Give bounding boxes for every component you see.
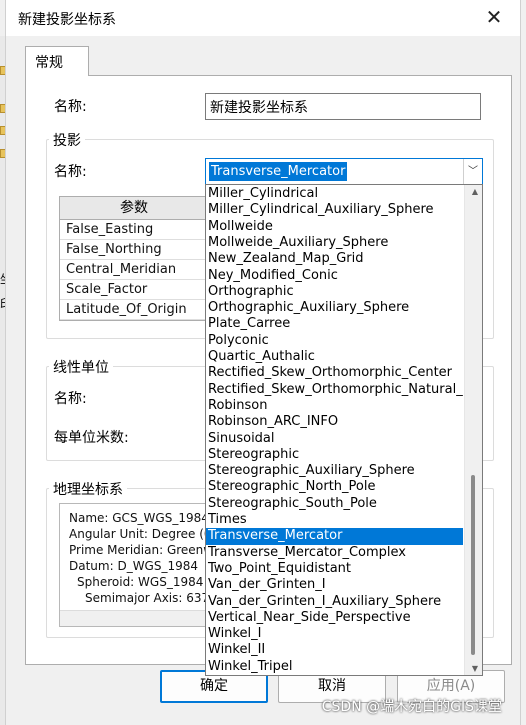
dropdown-option[interactable]: Two_Point_Equidistant [206, 561, 463, 577]
dropdown-option[interactable]: Vertical_Near_Side_Perspective [206, 610, 463, 626]
table-row[interactable]: False_Easting [60, 220, 208, 240]
dropdown-option[interactable]: Orthographic_Auxiliary_Sphere [206, 300, 463, 316]
dropdown-option[interactable]: Winkel_Tripel [206, 659, 463, 675]
dropdown-option[interactable]: Stereographic_Auxiliary_Sphere [206, 463, 463, 479]
name-input[interactable]: 新建投影坐标系 [205, 93, 481, 120]
table-row[interactable]: Scale_Factor [60, 280, 208, 300]
horizontal-scrollbar[interactable] [60, 610, 208, 626]
dropdown-option[interactable]: Plate_Carree [206, 316, 463, 332]
dropdown-option[interactable]: Robinson [206, 398, 463, 414]
gcs-detail-line: Datum: D_WGS_1984 [69, 559, 199, 573]
dropdown-option[interactable]: Stereographic_South_Pole [206, 496, 463, 512]
dropdown-option[interactable]: Transverse_Mercator [206, 528, 463, 545]
title-bar: 新建投影坐标系 ✕ [6, 0, 520, 36]
table-row[interactable]: Central_Meridian [60, 260, 208, 280]
dropdown-option[interactable]: Rectified_Skew_Orthomorphic_Center [206, 365, 463, 381]
dropdown-option[interactable]: Mollweide [206, 219, 463, 235]
dropdown-option[interactable]: Winkel_I [206, 626, 463, 642]
linear-unit-group-title: 线性单位 [49, 357, 113, 377]
scroll-down-arrow-icon[interactable]: ▼ [472, 664, 478, 673]
parameter-table: 参数 False_Easting False_Northing Central_… [59, 196, 209, 321]
dropdown-option[interactable]: Transverse_Mercator_Complex [206, 545, 463, 561]
dropdown-option[interactable]: Orthographic [206, 284, 463, 300]
projection-name-label: 名称: [54, 164, 87, 180]
name-label: 名称: [54, 99, 87, 115]
dropdown-option[interactable]: Rectified_Skew_Orthomorphic_Natural_Or [206, 382, 463, 398]
projected-coordinate-system-dialog: 新建投影坐标系 ✕ 常规 名称: 新建投影坐标系 投影 名称: Transver… [5, 0, 521, 725]
gcs-detail-line: Prime Meridian: Greenwich (0.0) [69, 543, 208, 557]
dropdown-option[interactable]: New_Zealand_Map_Grid [206, 251, 463, 267]
dropdown-option[interactable]: Ney_Modified_Conic [206, 268, 463, 284]
gcs-group-title: 地理坐标系 [49, 479, 127, 499]
projection-dropdown-list[interactable]: ▲ ▼ Miller_Cylindrical Miller_Cylindrical… [205, 184, 483, 676]
dropdown-option[interactable]: Mollweide_Auxiliary_Sphere [206, 235, 463, 251]
linear-unit-name-label: 名称: [54, 391, 87, 407]
dropdown-option[interactable]: Robinson_ARC_INFO [206, 414, 463, 430]
gcs-detail-line: Angular Unit: Degree (0.0174532925199432… [69, 527, 208, 541]
scrollbar-thumb[interactable] [471, 475, 475, 655]
dropdown-scrollbar[interactable]: ▲ ▼ [464, 185, 482, 675]
meters-per-unit-label: 每单位米数: [54, 430, 129, 446]
dropdown-option[interactable]: Stereographic_North_Pole [206, 479, 463, 495]
projection-selected-value: Transverse_Mercator [209, 162, 348, 181]
dropdown-option[interactable]: Quartic_Authalic [206, 349, 463, 365]
gcs-detail-line: Semimajor Axis: 6378137.0 [85, 591, 208, 605]
parameter-header: 参数 [60, 197, 208, 220]
dropdown-option[interactable]: Polyconic [206, 333, 463, 349]
chevron-down-icon[interactable]: ﹀ [463, 159, 482, 184]
scroll-up-arrow-icon[interactable]: ▲ [472, 187, 478, 196]
dropdown-option[interactable]: Stereographic [206, 447, 463, 463]
gcs-detail-line: Name: GCS_WGS_1984 [69, 511, 209, 525]
tab-general[interactable]: 常规 [25, 46, 89, 76]
watermark: CSDN @端木宛白的GIS课堂 [321, 699, 502, 715]
dropdown-option[interactable]: Van_der_Grinten_I_Auxiliary_Sphere [206, 594, 463, 610]
dropdown-option[interactable]: Times [206, 512, 463, 528]
dropdown-option[interactable]: Miller_Cylindrical_Auxiliary_Sphere [206, 202, 463, 218]
table-row[interactable]: False_Northing [60, 240, 208, 260]
gcs-detail-line: Spheroid: WGS_1984 [77, 575, 204, 589]
gcs-details-box[interactable]: Name: GCS_WGS_1984 Angular Unit: Degree … [59, 503, 209, 627]
table-row[interactable]: Latitude_Of_Origin [60, 300, 208, 320]
dialog-title: 新建投影坐标系 [18, 12, 116, 28]
dropdown-option[interactable]: Miller_Cylindrical [206, 186, 463, 202]
projection-combobox[interactable]: Transverse_Mercator ﹀ [205, 158, 483, 185]
dropdown-option[interactable]: Sinusoidal [206, 431, 463, 447]
close-icon[interactable]: ✕ [482, 5, 506, 29]
dropdown-option[interactable]: Van_der_Grinten_I [206, 577, 463, 593]
dropdown-option[interactable]: Winkel_II [206, 642, 463, 658]
projection-group-title: 投影 [49, 130, 85, 150]
